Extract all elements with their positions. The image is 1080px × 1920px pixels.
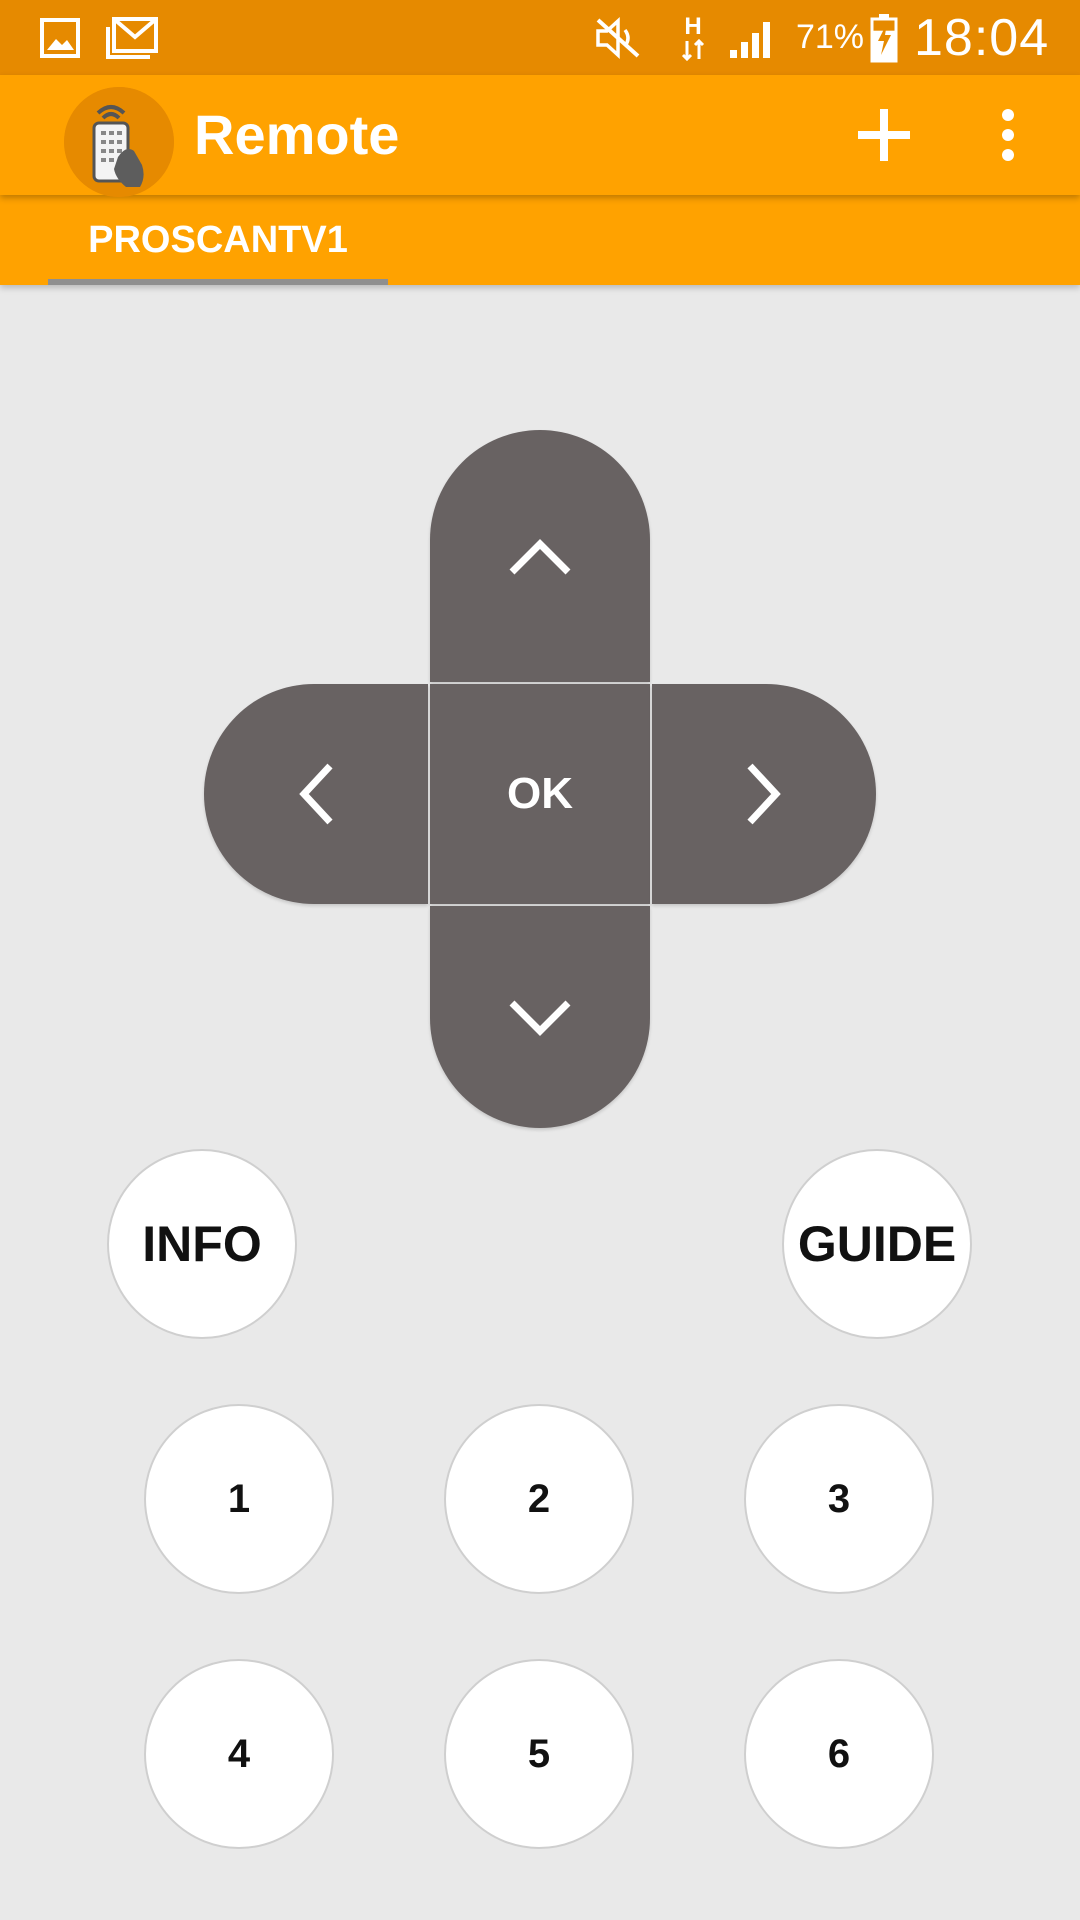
number-button-5[interactable]: 5 bbox=[444, 1659, 634, 1849]
hspa-data-icon: H bbox=[676, 0, 710, 75]
guide-button[interactable]: GUIDE bbox=[782, 1149, 972, 1339]
more-vert-icon bbox=[1002, 109, 1014, 161]
gmail-icon bbox=[104, 0, 160, 75]
dpad-left-button[interactable] bbox=[204, 684, 428, 904]
number-button-6[interactable]: 6 bbox=[744, 1659, 934, 1849]
app-bar: Remote bbox=[0, 75, 1080, 197]
number-button-2[interactable]: 2 bbox=[444, 1404, 634, 1594]
battery-charging-icon bbox=[868, 0, 900, 75]
image-icon bbox=[36, 0, 84, 75]
network-type-label: H bbox=[684, 12, 702, 40]
battery-percent: 71% bbox=[795, 18, 865, 56]
app-title: Remote bbox=[194, 103, 400, 166]
chevron-down-icon bbox=[509, 1000, 571, 1036]
tab-proscantv1[interactable]: PROSCANTV1 bbox=[48, 195, 388, 285]
number-button-3[interactable]: 3 bbox=[744, 1404, 934, 1594]
add-remote-button[interactable] bbox=[840, 91, 928, 179]
clock: 18:04 bbox=[914, 8, 1050, 67]
info-button[interactable]: INFO bbox=[107, 1149, 297, 1339]
status-bar: H 71% 18:04 bbox=[0, 0, 1080, 75]
dpad-ok-button[interactable]: OK bbox=[430, 684, 650, 904]
dpad-right-button[interactable] bbox=[652, 684, 876, 904]
tab-indicator bbox=[48, 279, 388, 285]
chevron-left-icon bbox=[299, 763, 333, 825]
overflow-menu-button[interactable] bbox=[974, 91, 1042, 179]
signal-icon bbox=[726, 0, 780, 75]
tab-bar: PROSCANTV1 bbox=[0, 195, 1080, 285]
number-button-1[interactable]: 1 bbox=[144, 1404, 334, 1594]
dpad-up-button[interactable] bbox=[430, 430, 650, 682]
dpad-down-button[interactable] bbox=[430, 906, 650, 1128]
remote-app-icon bbox=[64, 87, 174, 197]
chevron-right-icon bbox=[747, 763, 781, 825]
chevron-up-icon bbox=[509, 539, 571, 575]
number-button-4[interactable]: 4 bbox=[144, 1659, 334, 1849]
add-icon bbox=[858, 109, 910, 161]
volume-mute-icon bbox=[590, 0, 646, 75]
